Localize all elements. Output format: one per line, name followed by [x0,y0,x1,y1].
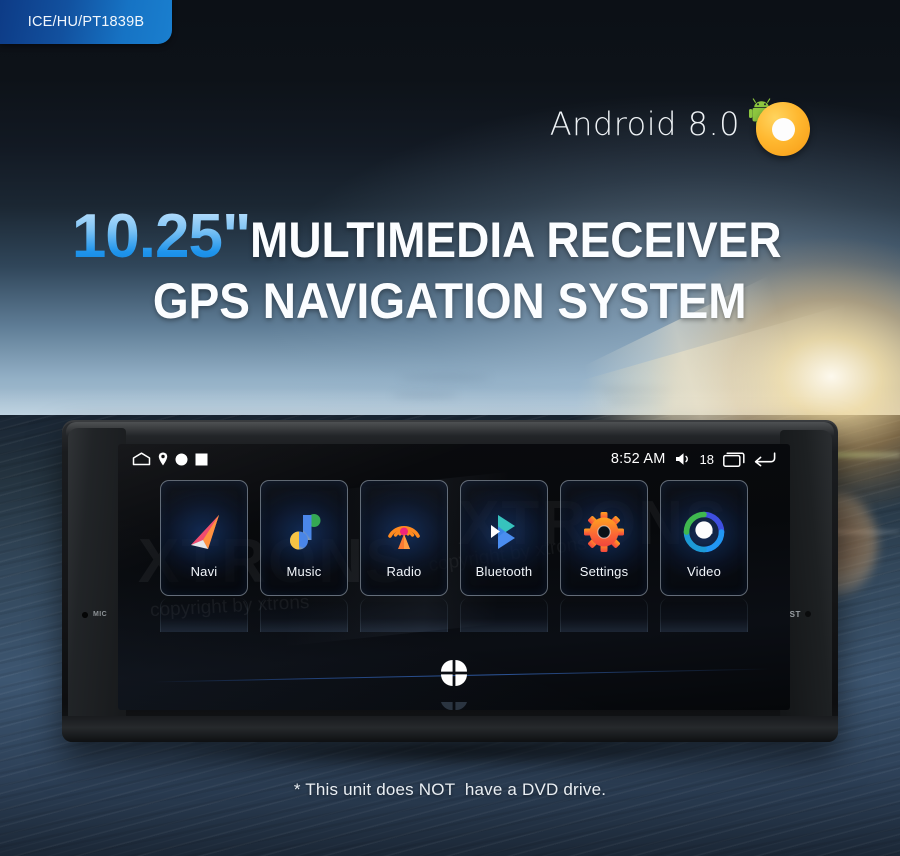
app-tile-label: Radio [386,564,422,579]
bluetooth-icon [481,509,527,555]
volume-level-label: 18 [699,451,714,467]
tile-reflection [560,598,648,632]
tile-reflection [260,598,348,632]
app-tile-radio[interactable]: Radio [360,480,448,596]
home-icon[interactable] [132,452,151,466]
head-unit-device: MIC RST XTRONS XTRONS copyright by xtron… [62,420,838,742]
app-tile-label: Settings [579,564,629,579]
reset-pinhole-icon[interactable] [805,611,811,617]
app-tile-label: Navi [190,564,218,579]
headline-line-2: GPS NAVIGATION SYSTEM [0,272,900,330]
radio-tower-icon [381,509,427,555]
status-bar-right: 8:52 AM 18 [611,451,776,467]
microphone-label: MIC [93,611,108,618]
watermark-copyright: copyright by xtrons [149,591,310,622]
status-bar: 8:52 AM 18 [118,444,790,474]
device-screen[interactable]: XTRONS XTRONS copyright by xtrons copyri… [118,444,790,710]
app-tile-bluetooth[interactable]: Bluetooth [460,480,548,596]
gear-icon [581,509,627,555]
cloud [600,386,674,395]
headline-primary: MULTIMEDIA RECEIVER [250,212,782,268]
tile-reflection [660,598,748,632]
microphone-hole-icon [82,612,88,618]
video-play-icon [681,509,727,555]
app-grid: Navi Music Radio Bluetooth Settings Vide… [118,480,790,596]
tile-reflection [460,598,548,632]
promo-banner: ICE/HU/PT1839B Android 8.0 10.25"MULTIME… [0,0,900,856]
app-tile-label: Bluetooth [475,564,533,579]
apps-grid-icon[interactable] [439,658,469,688]
android-version-badge: Android 8.0 [550,92,810,156]
headline-secondary: GPS NAVIGATION SYSTEM [153,273,747,329]
location-pin-icon [158,452,168,466]
app-tile-label: Music [286,564,322,579]
android-version-label: Android 8.0 [549,105,740,143]
apps-grid-icon-reflection [439,692,469,710]
cloud [400,374,490,381]
clock-label: 8:52 AM [610,451,666,467]
android-oreo-logo-icon [748,94,810,156]
circle-icon [175,453,188,466]
app-tile-music[interactable]: Music [260,480,348,596]
status-bar-left [132,452,208,466]
app-tile-settings[interactable]: Settings [560,480,648,596]
cloud [607,398,669,405]
app-tile-video[interactable]: Video [660,480,748,596]
back-arrow-icon[interactable] [754,451,776,467]
device-bottom-lip [62,716,838,742]
music-note-icon [281,509,327,555]
cloud [392,392,458,398]
app-tile-navi[interactable]: Navi [160,480,248,596]
device-top-edge [66,422,834,436]
page-title: 10.25"MULTIMEDIA RECEIVER GPS NAVIGATION… [0,206,900,330]
disclaimer-note: * This unit does NOT have a DVD drive. [293,780,607,799]
volume-icon[interactable] [675,452,691,466]
oreo-hole [772,118,795,141]
tile-reflection [360,598,448,632]
recents-icon[interactable] [723,451,745,467]
app-tile-label: Video [686,564,721,579]
navigation-arrow-icon [181,509,227,555]
headline-line-1: 10.25"MULTIMEDIA RECEIVER [0,206,900,268]
model-badge-label: ICE/HU/PT1839B [27,14,145,30]
tile-reflections [118,598,790,634]
screen-size-label: 10.25" [71,202,252,271]
tile-reflection [160,598,248,632]
square-icon [195,453,208,466]
model-badge[interactable]: ICE/HU/PT1839B [0,0,172,44]
